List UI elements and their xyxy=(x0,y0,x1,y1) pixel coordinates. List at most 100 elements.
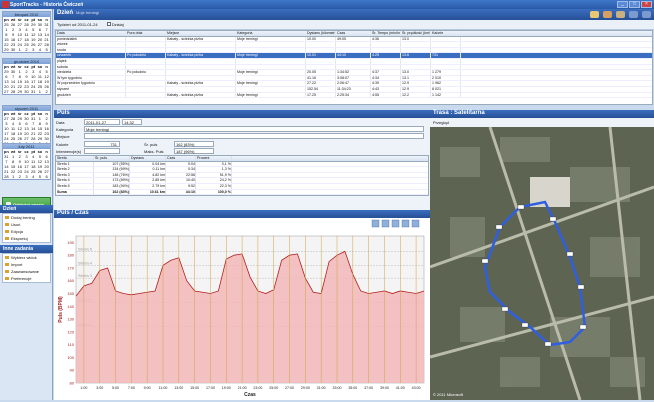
calendar-day[interactable]: 1 xyxy=(16,47,23,52)
calendar-day[interactable]: 30 xyxy=(23,89,30,94)
advanced-item[interactable]: Zaawansowane xyxy=(3,268,50,275)
calories-input[interactable]: 731 xyxy=(84,141,120,147)
table-cell: W poprzednim tygodniu xyxy=(56,81,126,86)
column-header[interactable]: Śr. Tempo (min/km) xyxy=(371,31,401,36)
calendar-day[interactable]: 28 xyxy=(10,89,17,94)
calendar-day[interactable]: 3 xyxy=(30,47,37,52)
calendar-day[interactable]: 1 xyxy=(37,89,44,94)
time-input[interactable]: 14:32 xyxy=(122,119,142,125)
preferences-item[interactable]: Preferencje xyxy=(3,275,50,282)
satellite-map[interactable]: © 2011 Microsoft xyxy=(430,127,654,400)
chart-fit-icon[interactable] xyxy=(381,219,390,228)
calendar-day[interactable]: 29 xyxy=(16,89,23,94)
calendar-day[interactable]: 6 xyxy=(43,174,50,179)
zone-label: Strefa 4 xyxy=(78,260,93,265)
intervals-input[interactable] xyxy=(84,148,120,154)
table-cell xyxy=(166,75,236,81)
category-dropdown[interactable]: Moje treningi xyxy=(76,10,99,15)
x-tick-label: 5:00 xyxy=(112,386,119,390)
chart-search-icon[interactable] xyxy=(411,219,420,228)
zone-column-header[interactable]: Śr. puls xyxy=(94,156,130,161)
choose-view-item[interactable]: Wybierz widok xyxy=(3,254,50,261)
calendar-day[interactable]: 27 xyxy=(3,89,10,94)
column-header[interactable]: Kategoria xyxy=(236,31,306,36)
calendar-day[interactable]: 30 xyxy=(10,47,17,52)
calendar-day[interactable]: 3 xyxy=(23,174,30,179)
x-tick-label: 23:00 xyxy=(253,386,262,390)
table-cell xyxy=(401,64,431,70)
puls-panel-title: Puls xyxy=(54,110,430,118)
shoe-icon[interactable] xyxy=(603,11,612,18)
column-header[interactable]: Pora dnia xyxy=(126,31,166,36)
calendar-day[interactable]: 4 xyxy=(37,47,44,52)
table-cell: Moje treningi xyxy=(236,53,306,58)
minimize-button[interactable]: _ xyxy=(617,1,628,8)
maximize-button[interactable]: □ xyxy=(629,1,640,8)
x-tick-label: 25:00 xyxy=(269,386,278,390)
calendar-day[interactable]: 2 xyxy=(43,89,50,94)
map-title: Trasa : Satelitarna xyxy=(430,110,654,118)
table-cell: Kabaty - ścieżka piżha xyxy=(166,53,236,58)
calendar-icon[interactable] xyxy=(590,11,599,18)
column-header[interactable]: Miejsce xyxy=(166,31,236,36)
table-cell: 4:37 xyxy=(371,70,401,75)
calendar-day[interactable]: 2 xyxy=(23,47,30,52)
export-item[interactable]: Eksportuj xyxy=(3,235,50,242)
calendar-day[interactable]: 28 xyxy=(3,174,10,179)
map-attribution: © 2011 Microsoft xyxy=(433,392,464,397)
zone-row[interactable]: Suma 162 (83%) 10.61 km 44:10 100,0 % xyxy=(56,189,428,196)
today-checkbox[interactable] xyxy=(106,22,111,26)
table-row[interactable]: grudzień Kabaty - ścieżka piżha Moje treni… xyxy=(56,92,652,99)
chart-settings-icon[interactable] xyxy=(391,219,400,228)
chart-svg: Strefa 5Strefa 4Strefa 3Strefa 2Strefa 1… xyxy=(54,218,430,400)
table-cell: 4:34 xyxy=(371,75,401,81)
category-input[interactable]: Moje treningi xyxy=(84,126,424,132)
edit-item[interactable]: Edycja xyxy=(3,228,50,235)
intervals-label: Interwencje(s) xyxy=(56,149,82,154)
map-overview-button[interactable]: Przegląd xyxy=(433,120,449,125)
zone-cell: 2.79 km xyxy=(130,183,166,189)
chart-zoom-icon[interactable] xyxy=(371,219,380,228)
zone-cell: 24,2 % xyxy=(196,178,232,183)
zone-column-header[interactable]: Czas xyxy=(166,156,196,161)
zone-column-header[interactable]: Procent xyxy=(196,156,232,161)
import-item[interactable]: Import xyxy=(3,261,50,268)
y-tick-label: 160 xyxy=(67,278,74,283)
column-header[interactable]: Śr. prędkość (km/h) xyxy=(401,31,431,36)
calendar-day[interactable]: 5 xyxy=(43,47,50,52)
calendar-day[interactable]: 4 xyxy=(30,174,37,179)
column-header[interactable]: Dystans (kilometr) xyxy=(306,31,336,36)
calendar-day[interactable]: 31 xyxy=(30,89,37,94)
calendar-day[interactable]: 1 xyxy=(10,174,17,179)
calendar-grid: pn wt śr cz pt so n 29 30 1 2 3 4 5 6 7 8 9 10 11 12 13 14 15 16… xyxy=(3,64,50,94)
puls-panel: Data 2011-01-27 14:32 Kategoria Moje tre… xyxy=(54,118,430,210)
date-input[interactable]: 2011-01-27 xyxy=(84,119,120,125)
add-training-item[interactable]: Dodaj trening xyxy=(3,214,50,221)
calendar-day[interactable]: 29 xyxy=(3,47,10,52)
table-cell xyxy=(431,42,461,47)
calendar-day[interactable]: 5 xyxy=(37,174,44,179)
column-header[interactable]: Kalorie xyxy=(431,31,461,36)
zone-label: Strefa 3 xyxy=(78,273,93,278)
calendar-day[interactable]: 2 xyxy=(16,174,23,179)
table-cell xyxy=(126,81,166,86)
close-button[interactable]: × xyxy=(641,1,652,8)
edit-icon[interactable] xyxy=(616,11,625,18)
x-tick-label: 7:00 xyxy=(128,386,135,390)
column-header[interactable]: Czas xyxy=(336,31,371,36)
calendar-month: listopad 2010 pn wt śr cz pt so n 25 26 27 28 29 30 31… xyxy=(2,11,51,53)
zone-column-header[interactable]: Strefa xyxy=(56,156,94,161)
chart-export-icon[interactable] xyxy=(401,219,410,228)
table-cell xyxy=(306,58,336,64)
zone-column-header[interactable]: Dystans xyxy=(130,156,166,161)
forward-arrow-icon[interactable] xyxy=(642,11,651,18)
zone-cell: Strefa 3 xyxy=(56,172,94,178)
column-header[interactable]: Data xyxy=(56,31,126,36)
table-cell: 12.9 xyxy=(401,81,431,86)
y-tick-label: 140 xyxy=(67,304,74,309)
back-arrow-icon[interactable] xyxy=(629,11,638,18)
app-icon xyxy=(2,1,9,8)
place-input[interactable] xyxy=(84,133,424,139)
table-cell xyxy=(431,58,461,64)
delete-item[interactable]: Usuń xyxy=(3,221,50,228)
